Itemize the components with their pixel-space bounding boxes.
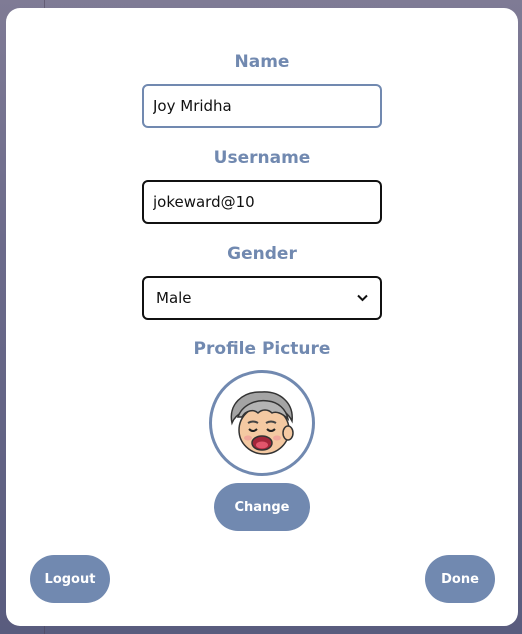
gender-label: Gender <box>227 244 297 264</box>
gender-select[interactable]: Male <box>142 276 382 320</box>
profile-modal: Name Username Gender Male Profile Pictur… <box>6 8 518 626</box>
name-label: Name <box>234 52 290 72</box>
username-input[interactable] <box>142 180 382 224</box>
profile-avatar <box>209 370 315 476</box>
logout-button[interactable]: Logout <box>30 555 110 603</box>
cartoon-avatar-icon <box>230 391 294 455</box>
username-label: Username <box>213 148 311 168</box>
done-button[interactable]: Done <box>425 555 495 603</box>
change-picture-button[interactable]: Change <box>214 483 310 531</box>
gender-selected-value: Male <box>156 289 192 307</box>
profile-picture-label: Profile Picture <box>193 339 331 359</box>
name-input[interactable] <box>142 84 382 128</box>
chevron-down-icon <box>357 291 368 305</box>
